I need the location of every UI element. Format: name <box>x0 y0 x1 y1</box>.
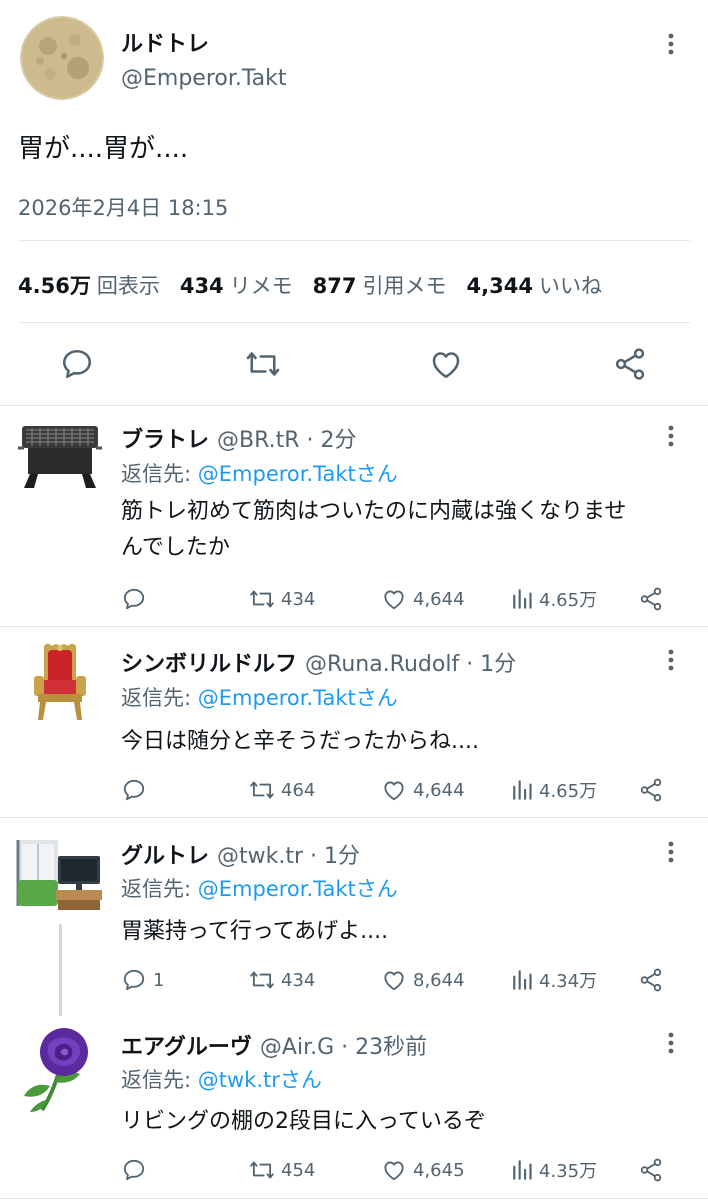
divider <box>0 405 708 406</box>
like-action[interactable]: 4,644 <box>381 777 465 803</box>
reply-to: 返信先: @twk.trさん <box>121 1068 322 1092</box>
room-avatar[interactable] <box>16 838 104 918</box>
moon-avatar[interactable] <box>20 16 104 100</box>
reply-icon <box>121 586 147 612</box>
grill-avatar[interactable] <box>16 420 104 500</box>
like-action[interactable]: 8,644 <box>381 967 465 993</box>
reply-to-link[interactable]: @twk.trさん <box>198 1068 322 1092</box>
retweet-icon <box>249 586 275 612</box>
like-icon <box>381 586 407 612</box>
retweet-icon[interactable] <box>245 346 281 382</box>
share-icon[interactable] <box>612 346 648 382</box>
more-icon[interactable] <box>664 32 678 56</box>
divider <box>18 240 690 241</box>
more-icon[interactable] <box>664 1031 678 1055</box>
reply-text: リビングの棚の2段目に入っているぞ <box>121 1109 486 1134</box>
retweet-action[interactable]: 464 <box>249 777 315 803</box>
like-icon <box>381 777 407 803</box>
reply-icon <box>121 1157 147 1183</box>
views-icon <box>511 1157 537 1183</box>
more-icon[interactable] <box>664 648 678 672</box>
views-action[interactable]: 4.35万 <box>511 1157 597 1183</box>
reply-to: 返信先: @Emperor.Taktさん <box>121 877 398 901</box>
reply-text: 胃薬持って行ってあげよ.... <box>121 919 389 944</box>
share-icon <box>638 1157 664 1183</box>
reply-action[interactable] <box>121 777 153 803</box>
retweet-action[interactable]: 434 <box>249 967 315 993</box>
reply-action[interactable] <box>121 586 153 612</box>
reply-to-link[interactable]: @Emperor.Taktさん <box>198 877 398 901</box>
divider <box>0 626 708 627</box>
reply-icon[interactable] <box>59 346 95 382</box>
reply-text: 今日は随分と辛そうだったからね.... <box>121 729 479 754</box>
thread-line <box>59 924 62 1016</box>
reply-icon <box>121 967 147 993</box>
divider <box>18 322 690 323</box>
author-name[interactable]: ルドトレ <box>121 26 209 58</box>
like-icon[interactable] <box>428 346 464 382</box>
retweet-icon <box>249 1157 275 1183</box>
like-action[interactable]: 4,645 <box>381 1157 465 1183</box>
throne-avatar[interactable] <box>16 640 104 720</box>
reply-meta[interactable]: @Runa.Rudolf · 1分 <box>305 652 516 677</box>
like-icon <box>381 967 407 993</box>
retweet-action[interactable]: 434 <box>249 586 315 612</box>
share-icon <box>638 586 664 612</box>
like-icon <box>381 1157 407 1183</box>
divider <box>0 817 708 818</box>
purple-rose-avatar[interactable] <box>16 1024 104 1112</box>
views-action[interactable]: 4.65万 <box>511 777 597 803</box>
reply-action[interactable]: 1 <box>121 967 164 993</box>
reply-to: 返信先: @Emperor.Taktさん <box>121 686 398 710</box>
views-icon <box>511 777 537 803</box>
more-icon[interactable] <box>664 424 678 448</box>
share-action[interactable] <box>638 586 664 612</box>
reply-action[interactable] <box>121 1157 153 1183</box>
more-icon[interactable] <box>664 840 678 864</box>
share-action[interactable] <box>638 1157 664 1183</box>
like-action[interactable]: 4,644 <box>381 586 465 612</box>
views-action[interactable]: 4.65万 <box>511 586 597 612</box>
reply-to: 返信先: @Emperor.Taktさん <box>121 462 398 486</box>
reply-to-link[interactable]: @Emperor.Taktさん <box>198 686 398 710</box>
reply-icon <box>121 777 147 803</box>
stat-views[interactable]: 4.56万 回表示 <box>18 270 160 300</box>
tweet-text: 胃が....胃が.... <box>18 134 189 164</box>
divider <box>0 1198 708 1199</box>
share-icon <box>638 967 664 993</box>
views-action[interactable]: 4.34万 <box>511 967 597 993</box>
share-icon <box>638 777 664 803</box>
reply-author-name[interactable]: グルトレ <box>121 844 209 869</box>
reply-author-name[interactable]: ブラトレ <box>121 428 209 453</box>
stat-retweets[interactable]: 434 リメモ <box>180 270 293 300</box>
share-action[interactable] <box>638 777 664 803</box>
reply-to-link[interactable]: @Emperor.Taktさん <box>198 462 398 486</box>
author-handle[interactable]: @Emperor.Takt <box>121 66 287 91</box>
stat-likes[interactable]: 4,344 いいね <box>467 270 602 300</box>
reply-author-name[interactable]: エアグルーヴ <box>121 1035 252 1060</box>
retweet-icon <box>249 967 275 993</box>
tweet-stats: 4.56万 回表示 434 リメモ 877 引用メモ 4,344 いいね <box>18 270 602 300</box>
reply-text: 筋トレ初めて筋肉はついたのに内蔵は強くなりませ んでしたか <box>121 499 627 560</box>
views-icon <box>511 967 537 993</box>
reply-meta[interactable]: @BR.tR · 2分 <box>217 428 356 453</box>
views-icon <box>511 586 537 612</box>
retweet-icon <box>249 777 275 803</box>
reply-author-name[interactable]: シンボリルドルフ <box>121 652 297 677</box>
stat-quotes[interactable]: 877 引用メモ <box>313 270 447 300</box>
retweet-action[interactable]: 454 <box>249 1157 315 1183</box>
share-action[interactable] <box>638 967 664 993</box>
reply-meta[interactable]: @twk.tr · 1分 <box>217 844 360 869</box>
reply-meta[interactable]: @Air.G · 23秒前 <box>260 1035 427 1060</box>
tweet-timestamp[interactable]: 2026年2月4日 18:15 <box>18 192 228 222</box>
